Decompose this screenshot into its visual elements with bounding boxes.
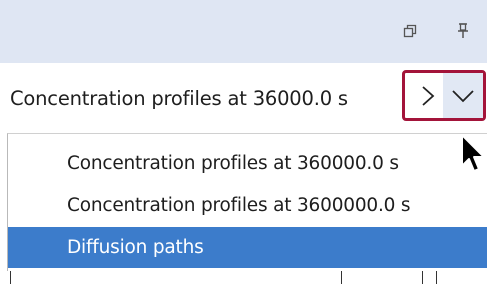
mouse-pointer-icon bbox=[460, 133, 487, 179]
underlying-content bbox=[0, 271, 487, 284]
plot-tick bbox=[422, 271, 423, 284]
restore-window-icon[interactable] bbox=[401, 22, 419, 40]
chevron-right-icon bbox=[422, 86, 435, 106]
pin-icon[interactable] bbox=[454, 22, 472, 40]
dropdown-toggle-button[interactable] bbox=[443, 73, 483, 118]
combo-buttons-highlight bbox=[402, 70, 486, 121]
list-item-selected[interactable]: Diffusion paths bbox=[8, 227, 487, 268]
list-item-label: Concentration profiles at 3600000.0 s bbox=[67, 195, 411, 216]
list-item[interactable]: Concentration profiles at 3600000.0 s bbox=[8, 186, 487, 225]
plot-tick bbox=[341, 271, 342, 284]
chevron-down-icon bbox=[452, 89, 474, 102]
plot-tick bbox=[436, 271, 437, 284]
next-plot-button[interactable] bbox=[415, 81, 441, 111]
plot-tick bbox=[10, 271, 11, 284]
panel-title-bar bbox=[0, 0, 487, 63]
plot-selector-row: Concentration profiles at 36000.0 s bbox=[0, 63, 487, 132]
plot-dropdown-list: Concentration profiles at 360000.0 s Con… bbox=[7, 133, 487, 271]
list-item-label: Concentration profiles at 360000.0 s bbox=[67, 153, 399, 174]
list-item[interactable]: Concentration profiles at 360000.0 s bbox=[8, 144, 487, 183]
plot-selector-value[interactable]: Concentration profiles at 36000.0 s bbox=[10, 87, 348, 110]
list-item-label: Diffusion paths bbox=[67, 237, 204, 258]
